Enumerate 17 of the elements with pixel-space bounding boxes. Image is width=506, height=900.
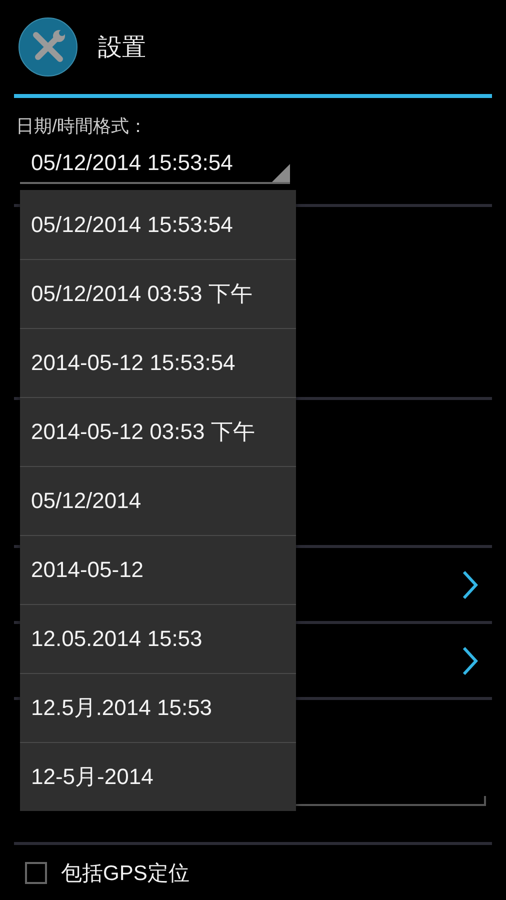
menu-option[interactable]: 05/12/2014 15:53:54	[20, 190, 296, 259]
format-spinner[interactable]: 05/12/2014 15:53:54	[20, 146, 290, 184]
menu-option[interactable]: 12.5月.2014 15:53	[20, 673, 296, 742]
menu-option[interactable]: 12-5月-2014	[20, 742, 296, 811]
menu-option[interactable]: 05/12/2014	[20, 466, 296, 535]
menu-option[interactable]: 2014-05-12 15:53:54	[20, 328, 296, 397]
menu-option[interactable]: 12.05.2014 15:53	[20, 604, 296, 673]
chevron-right-icon[interactable]	[462, 570, 478, 600]
checkbox-label: 包括GPS定位	[61, 861, 190, 887]
menu-option[interactable]: 2014-05-12 03:53 下午	[20, 397, 296, 466]
field-label: 日期/時間格式：	[15, 115, 148, 138]
menu-option[interactable]: 05/12/2014 03:53 下午	[20, 259, 296, 328]
menu-option[interactable]: 2014-05-12	[20, 535, 296, 604]
checkbox[interactable]	[25, 862, 47, 884]
screen-title: 設置	[98, 33, 146, 63]
tools-icon	[18, 17, 78, 77]
chevron-right-icon[interactable]	[462, 646, 478, 676]
